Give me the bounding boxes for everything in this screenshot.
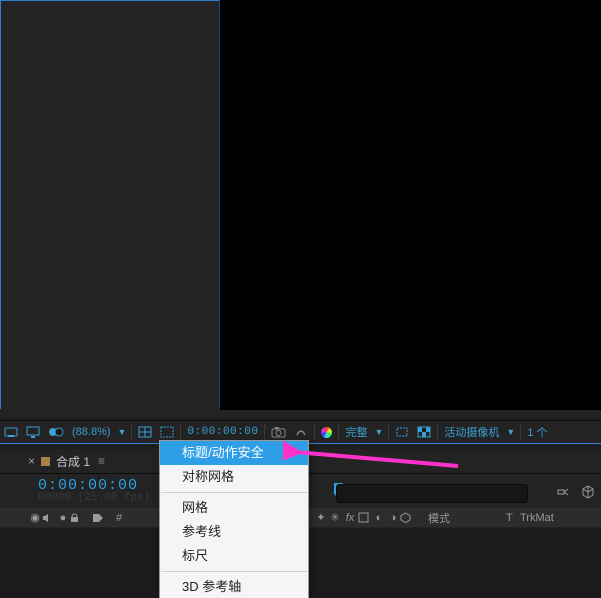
adjustment-icon[interactable]: ◑ <box>386 512 400 524</box>
menu-item-guides[interactable]: 参考线 <box>160 520 308 544</box>
camera-select[interactable]: 活动摄像机 <box>440 421 503 443</box>
composition-viewer <box>0 0 601 418</box>
mode-column[interactable]: 模式 <box>428 510 476 526</box>
always-preview-icon[interactable] <box>0 421 22 443</box>
safe-zones-icon[interactable] <box>134 421 156 443</box>
zoom-level[interactable]: (88.8%) <box>68 426 115 438</box>
menu-divider <box>161 492 307 493</box>
menu-item-grid[interactable]: 网格 <box>160 496 308 520</box>
solo-column-icon[interactable]: ● <box>56 512 70 524</box>
mask-toggle-icon[interactable] <box>44 421 68 443</box>
composition-canvas[interactable] <box>220 0 601 410</box>
resolution-select[interactable]: 完整 <box>341 421 371 443</box>
zoom-dropdown-icon[interactable]: ▼ <box>115 427 130 437</box>
tab-close-icon[interactable]: × <box>28 454 35 468</box>
fx-icon[interactable]: fx <box>342 512 358 524</box>
color-mgmt-icon[interactable] <box>317 421 336 443</box>
star-icon[interactable]: ✳ <box>328 511 342 524</box>
comp-mini-flowchart-icon[interactable] <box>557 485 571 499</box>
transparency-grid-icon[interactable] <box>413 421 435 443</box>
guides-context-menu: 标题/动作安全 对称网格 网格 参考线 标尺 3D 参考轴 <box>159 440 309 598</box>
timeline-tab-name[interactable]: 合成 1 <box>56 453 90 470</box>
frame-blend-icon[interactable] <box>358 512 372 523</box>
tab-menu-icon[interactable]: ≡ <box>98 454 105 468</box>
trkmat-t-column: T <box>506 512 520 524</box>
eye-column-icon[interactable]: ◉ <box>28 511 42 524</box>
audio-column-icon[interactable] <box>42 513 56 523</box>
render-3d-icon[interactable] <box>581 485 595 499</box>
menu-divider <box>161 571 307 572</box>
3d-layer-icon[interactable] <box>400 512 414 523</box>
menu-item-title-action-safe[interactable]: 标题/动作安全 <box>160 441 308 465</box>
layer-search-input[interactable] <box>336 484 528 503</box>
trkmat-column[interactable]: TrkMat <box>520 512 554 524</box>
monitor-icon[interactable] <box>22 421 44 443</box>
views-count[interactable]: 1 个 <box>523 421 551 443</box>
lock-column-icon[interactable] <box>70 513 84 523</box>
roi-icon[interactable] <box>391 421 413 443</box>
menu-item-rulers[interactable]: 标尺 <box>160 544 308 568</box>
viewer-left-panel <box>0 0 220 409</box>
menu-item-3d-reference-axes[interactable]: 3D 参考轴 <box>160 575 308 598</box>
camera-dropdown-icon[interactable]: ▼ <box>503 427 518 437</box>
index-column: # <box>112 512 126 524</box>
menu-item-proportional-grid[interactable]: 对称网格 <box>160 465 308 489</box>
label-column-icon[interactable] <box>92 513 106 523</box>
fps-label: 00000 (25.00 fps) <box>38 492 178 504</box>
shy-icon[interactable]: ✦ <box>314 511 328 524</box>
resolution-dropdown-icon[interactable]: ▼ <box>371 427 386 437</box>
motion-blur-icon[interactable]: ◐ <box>372 512 386 524</box>
composition-color-swatch <box>41 457 50 466</box>
